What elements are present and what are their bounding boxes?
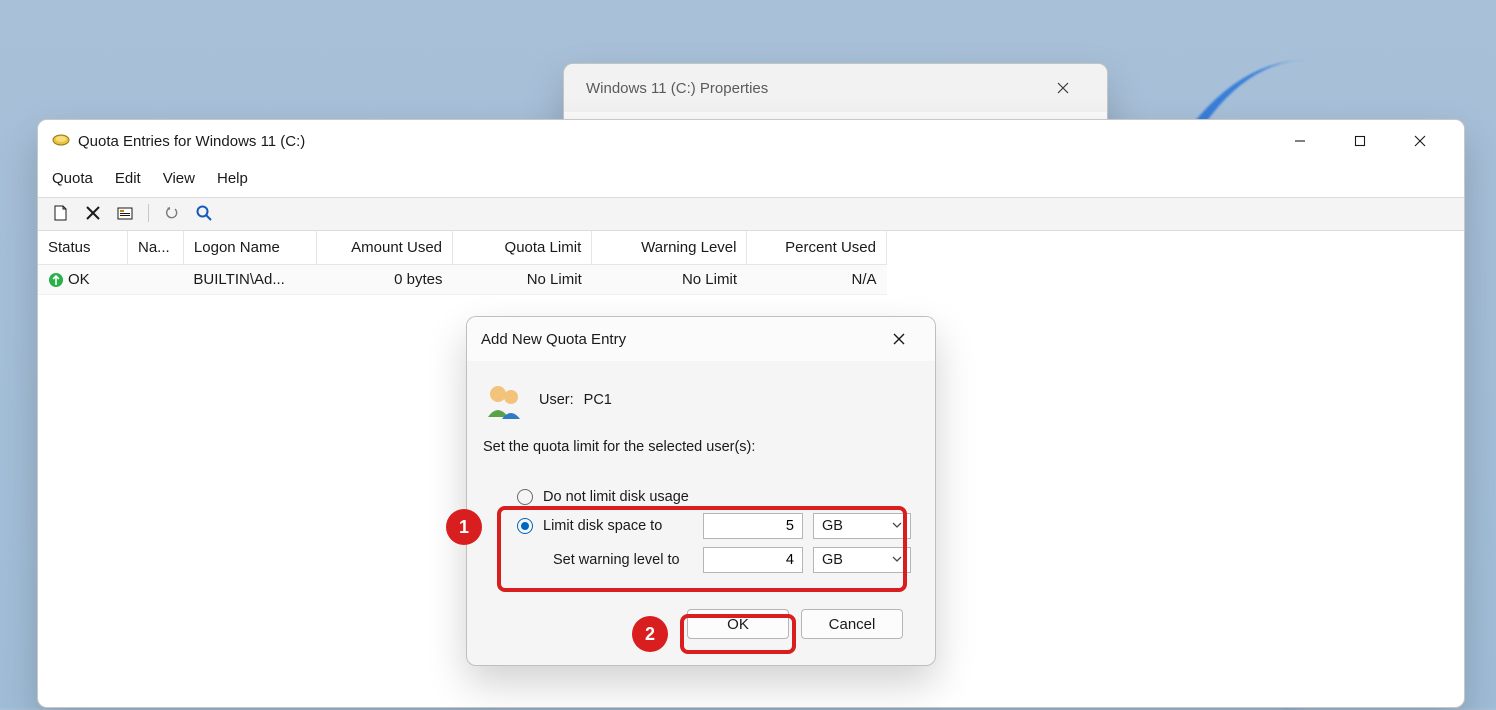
warning-unit-text: GB: [822, 552, 843, 568]
warning-level-row: Set warning level to GB: [483, 543, 919, 577]
limit-unit-text: GB: [822, 518, 843, 534]
status-text: OK: [68, 271, 90, 288]
menubar: Quota Edit View Help: [38, 162, 1464, 197]
option-limit-label: Limit disk space to: [543, 518, 693, 534]
cell-warning: No Limit: [592, 265, 747, 295]
chevron-down-icon: [892, 518, 902, 534]
undo-icon[interactable]: [161, 202, 183, 224]
minimize-button[interactable]: [1270, 120, 1330, 162]
add-quota-entry-dialog: Add New Quota Entry User: PC1 Set the qu…: [466, 316, 936, 666]
dialog-instruction: Set the quota limit for the selected use…: [483, 439, 919, 455]
table-row[interactable]: OK BUILTIN\Ad... 0 bytes No Limit No Lim…: [38, 265, 887, 295]
delete-icon[interactable]: [82, 202, 104, 224]
radio-checked-icon: [517, 518, 533, 534]
cell-name: [127, 265, 183, 295]
chevron-down-icon: [892, 552, 902, 568]
cell-amount: 0 bytes: [317, 265, 453, 295]
cell-logon: BUILTIN\Ad...: [183, 265, 317, 295]
warning-unit-select[interactable]: GB: [813, 547, 911, 573]
option-no-limit-label: Do not limit disk usage: [543, 489, 689, 505]
warning-level-label: Set warning level to: [543, 552, 693, 568]
toolbar: [38, 197, 1464, 231]
cell-limit: No Limit: [453, 265, 592, 295]
menu-help[interactable]: Help: [217, 170, 248, 187]
menu-edit[interactable]: Edit: [115, 170, 141, 187]
close-button[interactable]: [1390, 120, 1450, 162]
col-status[interactable]: Status: [38, 231, 127, 265]
quota-window-title: Quota Entries for Windows 11 (C:): [78, 133, 305, 150]
new-entry-icon[interactable]: [50, 202, 72, 224]
status-ok-icon: [48, 272, 64, 288]
col-limit[interactable]: Quota Limit: [453, 231, 592, 265]
user-label: User:: [539, 392, 574, 408]
menu-view[interactable]: View: [163, 170, 195, 187]
limit-value-input[interactable]: [703, 513, 803, 539]
col-amount[interactable]: Amount Used: [317, 231, 453, 265]
find-icon[interactable]: [193, 202, 215, 224]
users-icon: [483, 379, 525, 421]
annotation-badge-1: 1: [446, 509, 482, 545]
col-percent[interactable]: Percent Used: [747, 231, 887, 265]
toolbar-separator: [148, 204, 149, 222]
maximize-button[interactable]: [1330, 120, 1390, 162]
col-logon[interactable]: Logon Name: [183, 231, 317, 265]
cell-percent: N/A: [747, 265, 887, 295]
option-no-limit[interactable]: Do not limit disk usage: [483, 483, 919, 511]
option-limit[interactable]: Limit disk space to GB: [483, 511, 919, 543]
properties-title: Windows 11 (C:) Properties: [586, 80, 768, 97]
cancel-button[interactable]: Cancel: [801, 609, 903, 639]
limit-unit-select[interactable]: GB: [813, 513, 911, 539]
quota-table: Status Na... Logon Name Amount Used Quot…: [38, 231, 887, 295]
dialog-title: Add New Quota Entry: [481, 331, 626, 348]
col-warning[interactable]: Warning Level: [592, 231, 747, 265]
user-value: PC1: [584, 392, 612, 408]
quota-app-icon: [52, 131, 70, 152]
warning-value-input[interactable]: [703, 547, 803, 573]
properties-icon[interactable]: [114, 202, 136, 224]
menu-quota[interactable]: Quota: [52, 170, 93, 187]
close-icon[interactable]: [1033, 67, 1093, 109]
radio-unchecked-icon: [517, 489, 533, 505]
ok-button[interactable]: OK: [687, 609, 789, 639]
col-name[interactable]: Na...: [127, 231, 183, 265]
annotation-badge-2: 2: [632, 616, 668, 652]
dialog-close-icon[interactable]: [877, 318, 921, 360]
